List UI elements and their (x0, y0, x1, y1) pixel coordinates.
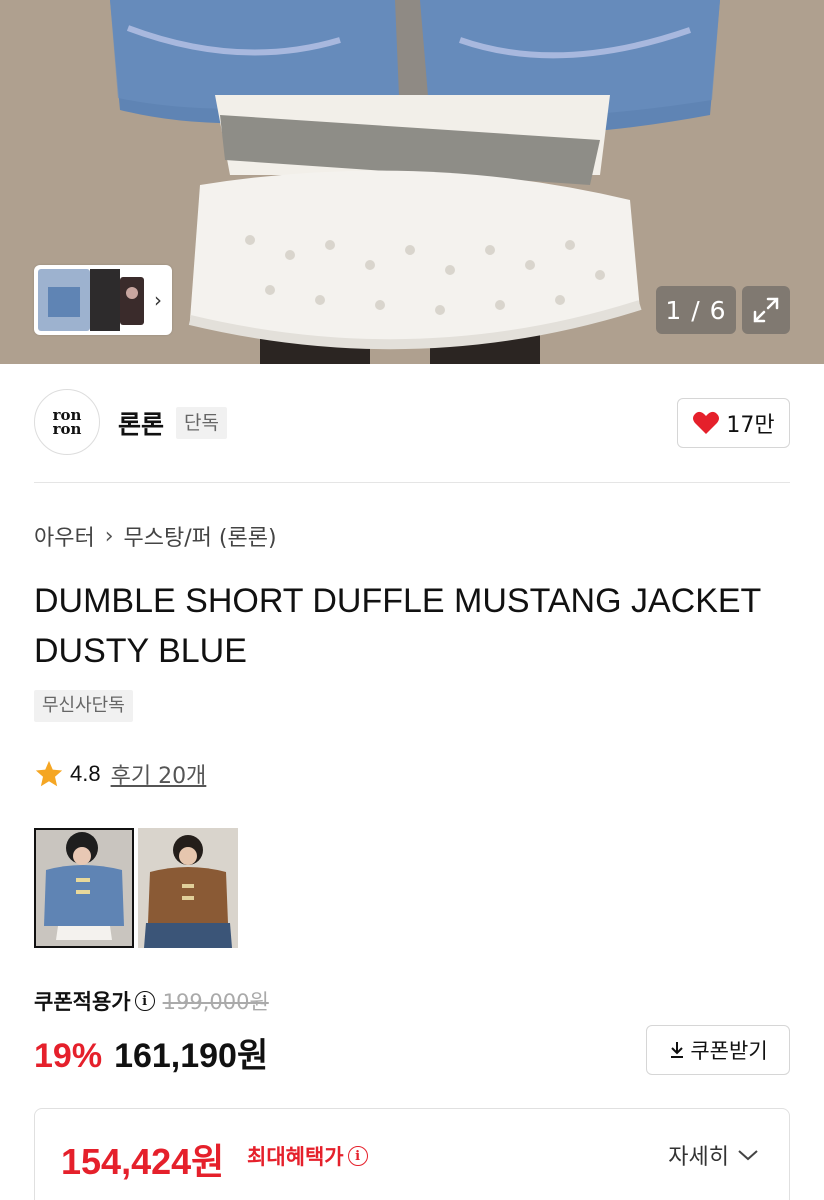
brand-logo-line2: ron (52, 420, 82, 438)
chevron-right-icon: › (104, 523, 114, 549)
product-hero-image[interactable]: › 1 / 6 (0, 0, 824, 364)
product-title: DUMBLE SHORT DUFFLE MUSTANG JACKET DUSTY… (34, 582, 761, 670)
brand-row: ron ron 론론 단독 17만 (34, 389, 790, 455)
max-benefit-label-text: 최대혜택가 (247, 1145, 344, 1169)
max-benefit-box[interactable]: 154,424원 최대혜택가 i 자세히 (34, 1108, 790, 1200)
max-benefit-label: 최대혜택가 i (247, 1141, 368, 1171)
discount-rate: 19% (34, 1037, 103, 1075)
breadcrumb-category[interactable]: 아우터 (34, 520, 95, 552)
max-benefit-price: 154,424원 (61, 1141, 225, 1182)
color-thumbnail-brown (138, 828, 238, 948)
detail-label: 자세히 (668, 1145, 729, 1170)
download-icon (671, 1042, 684, 1058)
chevron-right-icon: › (154, 288, 162, 312)
coupon-price-label: 쿠폰적용가 (34, 990, 131, 1014)
gallery-thumbnail-strip[interactable]: › (34, 265, 172, 335)
breadcrumb-subcategory[interactable]: 무스탕/퍼 (론론) (124, 520, 277, 552)
gallery-thumbnails (38, 269, 144, 331)
rating-score: 4.8 (70, 761, 101, 786)
image-counter: 1 / 6 (656, 286, 736, 334)
get-coupon-button[interactable]: 쿠폰받기 (646, 1025, 790, 1075)
reviews-link[interactable]: 후기 20개 (111, 758, 207, 790)
divider (34, 482, 790, 483)
chevron-down-icon (738, 1150, 758, 1161)
exclusive-badge: 무신사단독 (34, 690, 133, 722)
brand-name[interactable]: 론론 (118, 405, 164, 441)
color-option-brown[interactable] (138, 828, 238, 948)
sale-price: 161,190원 (114, 1037, 269, 1075)
brand-logo[interactable]: ron ron (34, 389, 100, 455)
coupon-button-label: 쿠폰받기 (690, 1039, 768, 1063)
price-label-row: 쿠폰적용가 i 199,000원 (34, 986, 269, 1016)
info-icon[interactable]: i (347, 1146, 368, 1166)
heart-icon (693, 411, 720, 434)
brand-exclusive-tag: 단독 (176, 407, 227, 439)
star-icon (35, 760, 63, 787)
breadcrumb: 아우터 › 무스탕/퍼 (론론) (34, 520, 277, 552)
discount-row: 19% 161,190원 (34, 1028, 268, 1077)
like-count: 17만 (726, 413, 775, 438)
expand-image-button[interactable] (742, 286, 790, 334)
like-button[interactable]: 17만 (677, 398, 790, 448)
original-price: 199,000원 (162, 990, 269, 1014)
rating-row: 4.8 후기 20개 (34, 758, 206, 790)
info-icon[interactable]: i (134, 991, 155, 1011)
color-option-dusty-blue[interactable] (34, 828, 134, 948)
detail-toggle[interactable]: 자세히 (668, 1139, 759, 1171)
color-thumbnail-blue (36, 830, 132, 946)
expand-arrows-icon (753, 297, 779, 323)
